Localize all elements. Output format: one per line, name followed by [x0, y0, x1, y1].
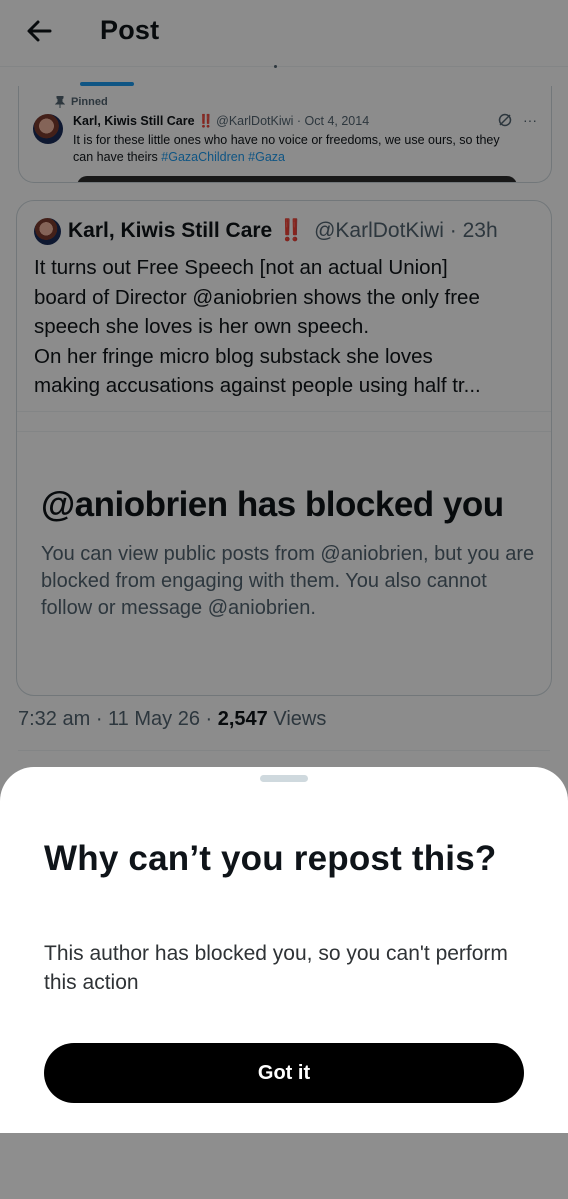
- bottom-sheet: Why can’t you repost this? This author h…: [0, 767, 568, 1133]
- sheet-description: This author has blocked you, so you can'…: [44, 942, 508, 994]
- drag-handle[interactable]: [260, 775, 308, 782]
- screen: Post Pinned Karl, Kiwis Still Care ‼️ @K…: [0, 0, 568, 1199]
- system-navigation-area: [0, 1133, 568, 1199]
- got-it-button[interactable]: Got it: [44, 1043, 524, 1103]
- sheet-title: Why can’t you repost this?: [44, 839, 497, 878]
